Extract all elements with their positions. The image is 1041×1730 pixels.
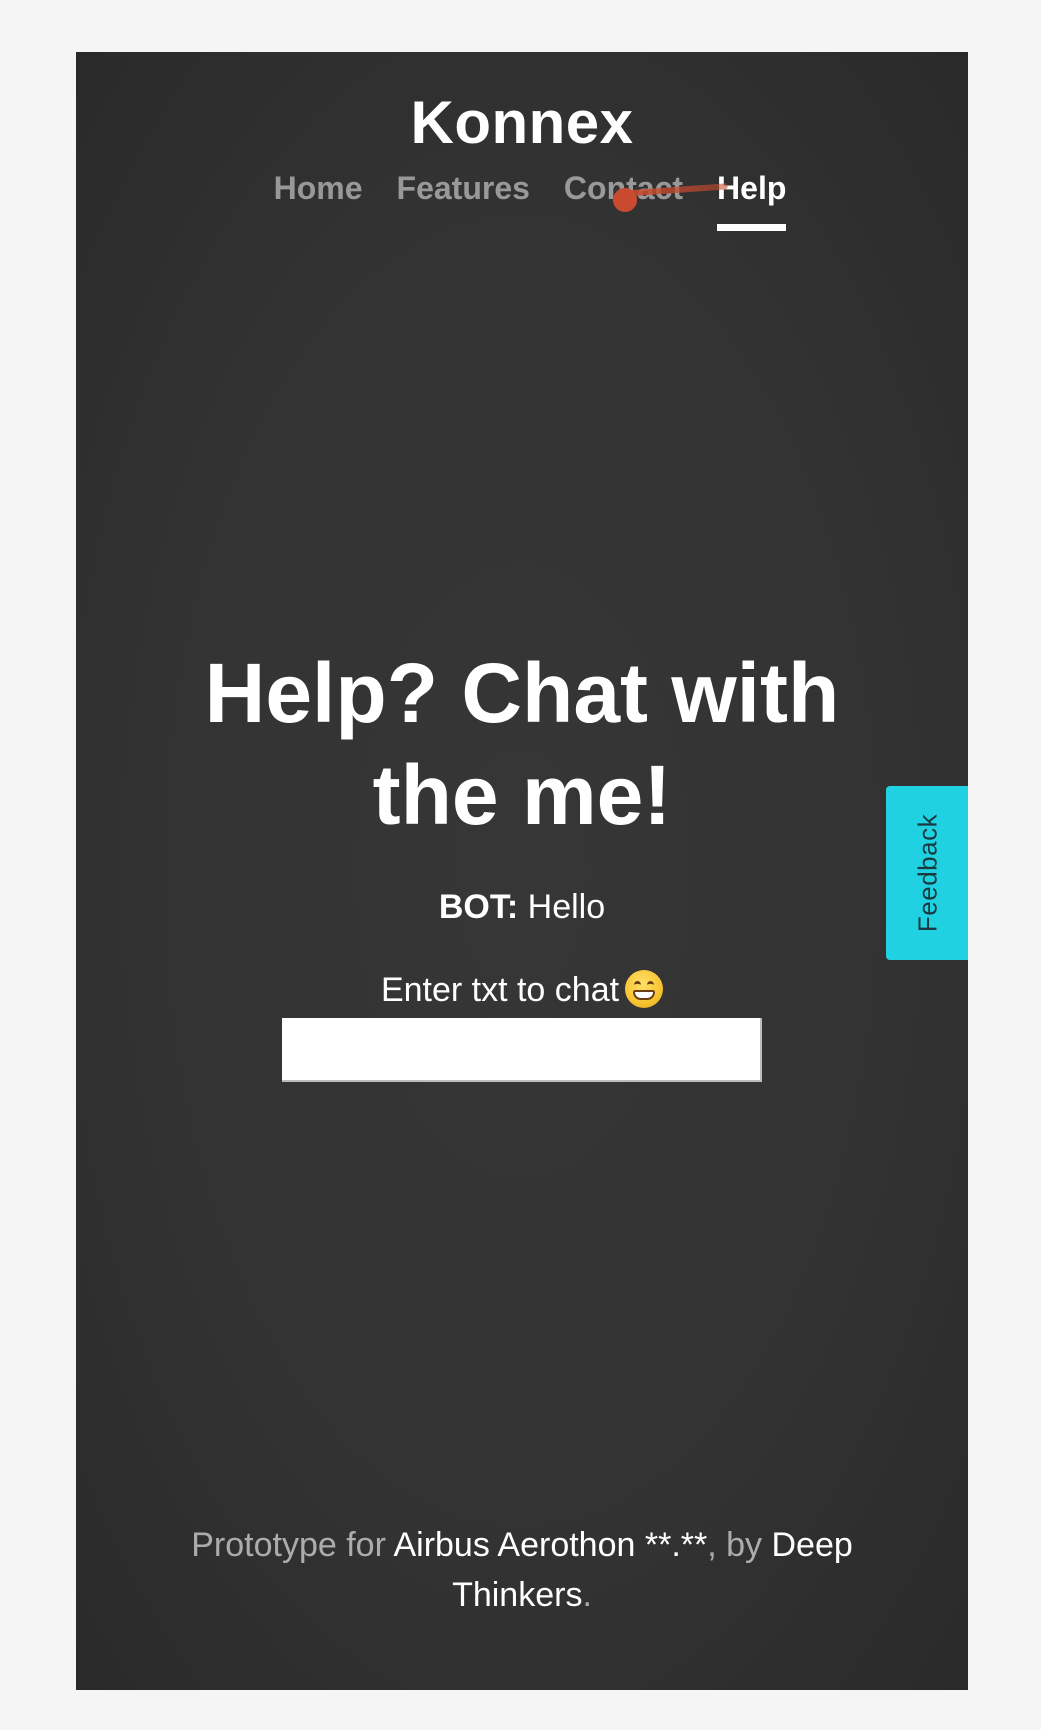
bot-message: BOT: Hello [76, 888, 968, 927]
main-nav: Home Features Contact Help [76, 170, 968, 231]
bot-text: Hello [527, 888, 606, 926]
footer-suffix: . [582, 1576, 592, 1614]
headline-line-2: the me! [372, 748, 672, 842]
nav-features[interactable]: Features [397, 170, 530, 231]
chat-input[interactable] [282, 1018, 762, 1082]
nav-home[interactable]: Home [274, 170, 363, 231]
feedback-label: Feedback [912, 813, 943, 933]
footer: Prototype for Airbus Aerothon **.**, by … [76, 1520, 968, 1620]
headline-line-1: Help? Chat with [204, 646, 840, 740]
cursor-pointer-icon [613, 188, 637, 212]
site-brand[interactable]: Konnex [76, 88, 968, 157]
chat-prompt: Enter txt to chat [76, 970, 968, 1010]
footer-middle: , by [707, 1526, 772, 1564]
bot-label: BOT: [438, 888, 519, 926]
footer-prefix: Prototype for [191, 1526, 394, 1564]
page-headline: Help? Chat with the me! [76, 642, 968, 846]
feedback-tab[interactable]: Feedback [886, 786, 968, 960]
nav-help[interactable]: Help [717, 170, 787, 231]
chat-prompt-text: Enter txt to chat [380, 971, 620, 1009]
page-frame: Konnex Home Features Contact Help Help? … [76, 52, 968, 1690]
event-link[interactable]: Airbus Aerothon **.** [393, 1526, 707, 1564]
grinning-face-icon [625, 970, 664, 1008]
